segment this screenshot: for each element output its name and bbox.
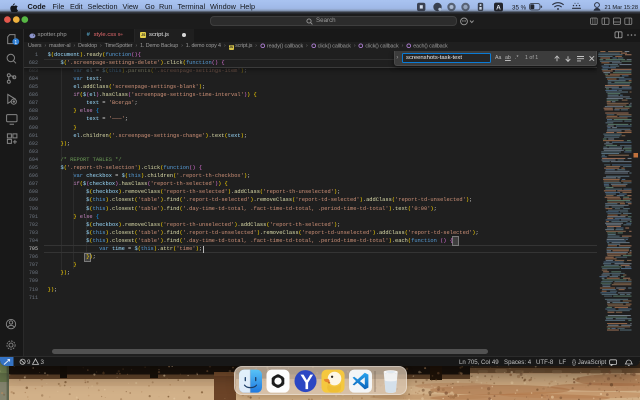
svg-text:3: 3 [40,359,44,365]
svg-text:21 Mar 15:28: 21 Mar 15:28 [604,5,638,11]
svg-text:A: A [496,5,501,12]
svg-text:9: 9 [27,359,31,365]
svg-text:35 %: 35 % [512,4,527,11]
svg-text:1: 1 [14,39,17,45]
